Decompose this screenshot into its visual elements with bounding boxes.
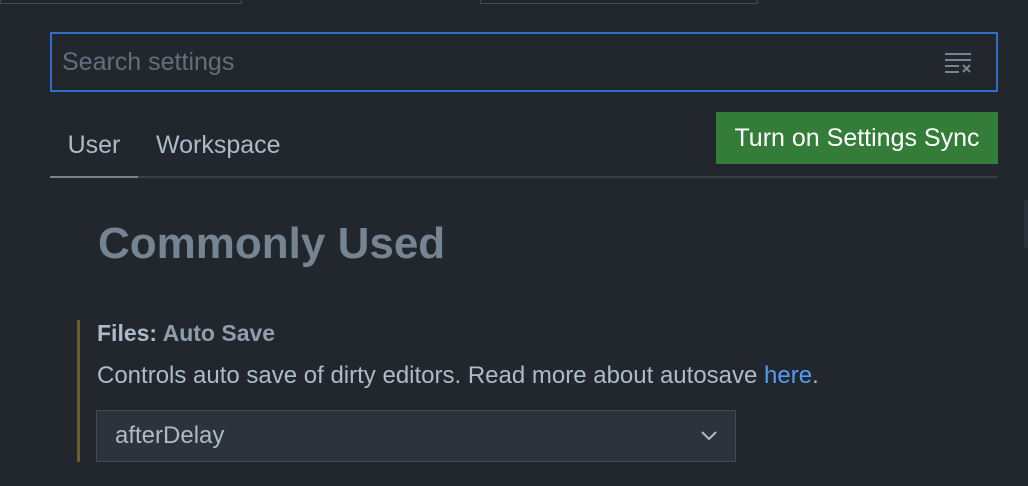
tab-edge-left [0,0,242,4]
setting-description: Controls auto save of dirty editors. Rea… [97,360,819,392]
setting-category: Files: [97,320,163,346]
modified-setting-indicator [77,320,80,462]
editor-tab-strip-edge [0,0,1028,5]
search-input[interactable] [62,34,922,90]
search-settings-box[interactable] [50,32,998,92]
auto-save-select[interactable]: afterDelay [96,410,736,462]
auto-save-selected-value: afterDelay [115,422,225,449]
setting-name: Auto Save [162,320,276,346]
tab-edge-middle [480,0,758,4]
clear-filter-icon[interactable] [943,50,973,74]
turn-on-settings-sync-button[interactable]: Turn on Settings Sync [716,112,998,164]
section-title: Commonly Used [98,219,446,268]
chevron-down-icon [701,431,717,441]
scrollbar-edge[interactable] [1024,200,1028,248]
tab-user[interactable]: User [50,112,138,178]
tab-workspace[interactable]: Workspace [156,112,289,178]
setting-description-text: Controls auto save of dirty editors. Rea… [97,362,765,389]
autosave-docs-link[interactable]: here [764,362,812,389]
setting-description-end: . [812,362,819,389]
setting-title: Files: Auto Save [97,318,275,348]
